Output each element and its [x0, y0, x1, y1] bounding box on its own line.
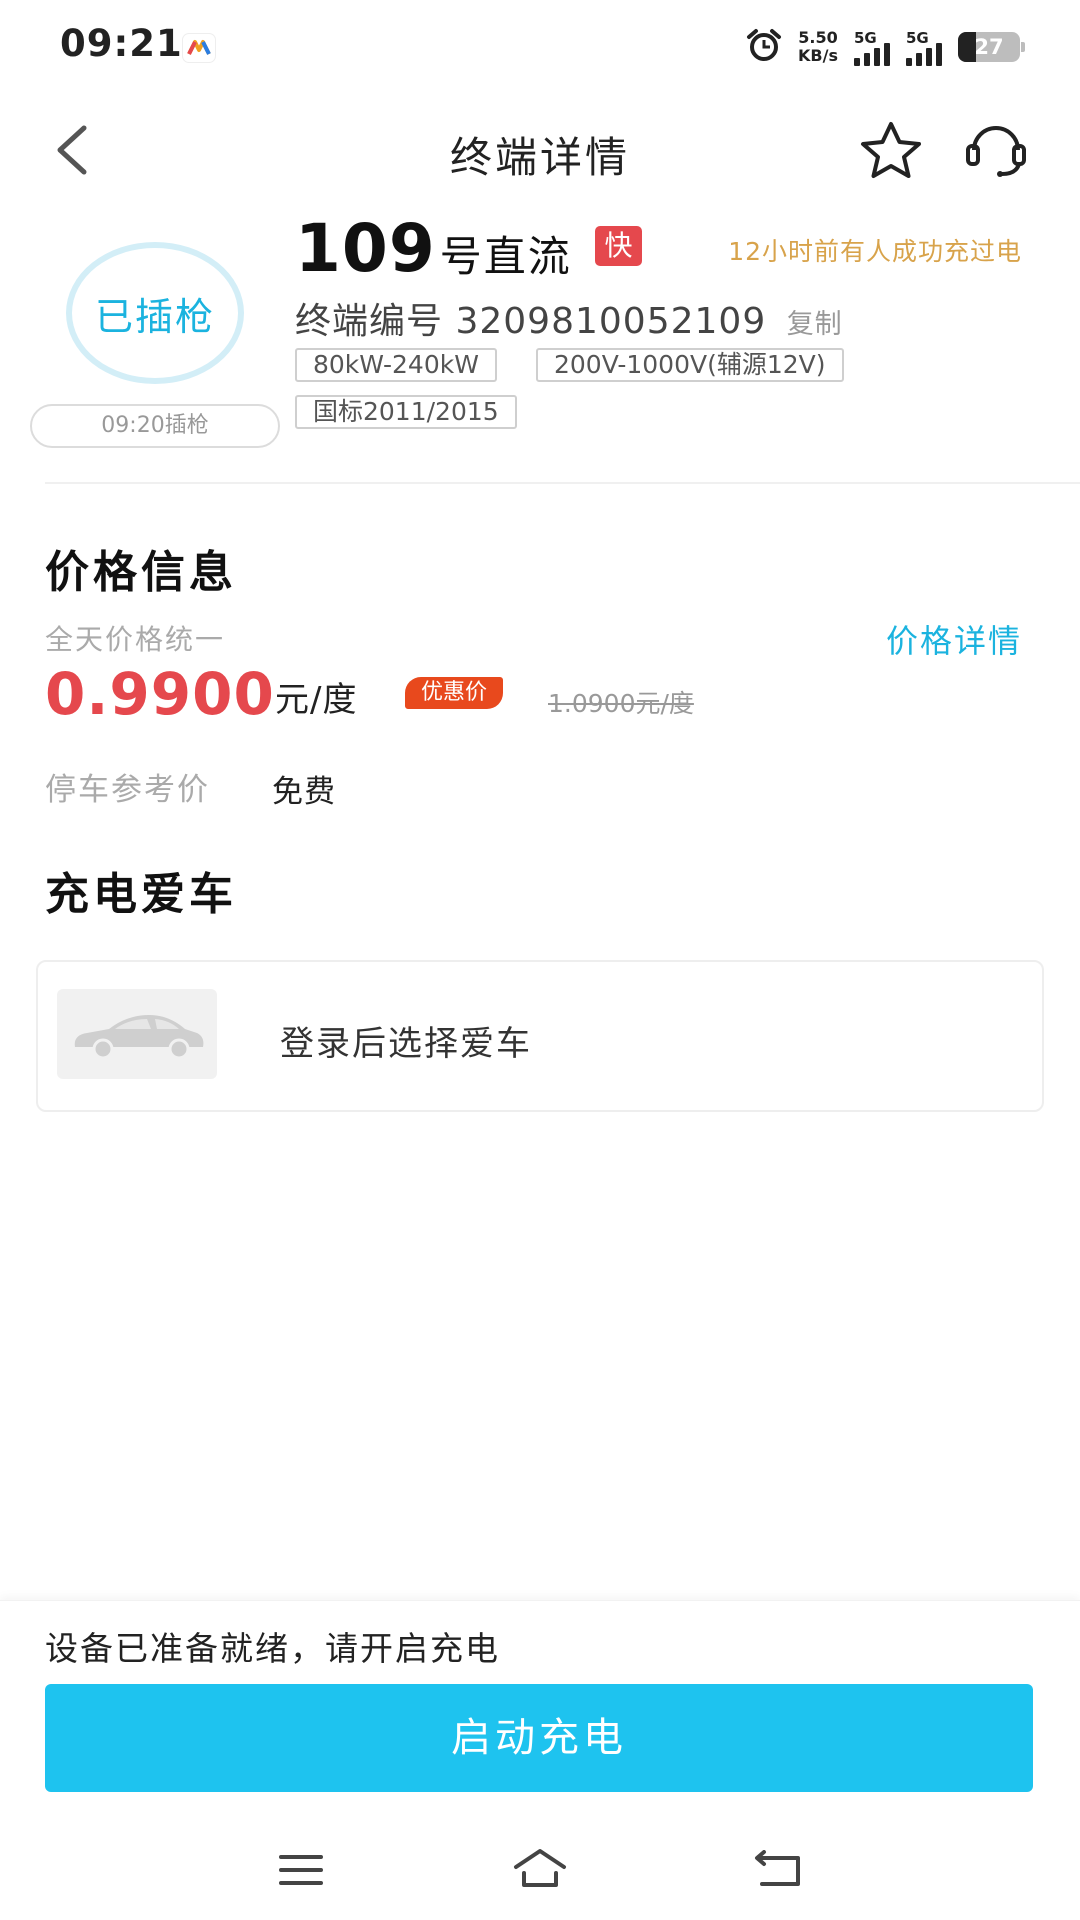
terminal-id-label: 终端编号: [295, 301, 444, 342]
nav-back-button[interactable]: [752, 1850, 804, 1890]
terminal-id-value: 3209810052109: [455, 301, 767, 342]
section-divider: [45, 482, 1080, 484]
star-icon: [861, 122, 921, 178]
voltage-tag: 200V-1000V(辅源12V): [536, 348, 844, 382]
plug-status-indicator: 已插枪: [66, 242, 244, 384]
status-indicators: 5.50 KB/s 5G 5G 27: [746, 25, 1025, 69]
return-icon: [755, 1850, 800, 1886]
customer-service-button[interactable]: [960, 118, 1032, 182]
favorite-button[interactable]: [855, 118, 927, 182]
battery-icon: 27: [958, 32, 1025, 62]
alarm-icon: [746, 28, 782, 66]
terminal-number: 109: [295, 210, 436, 287]
signal-icon: 5G: [854, 29, 890, 66]
nav-home-button[interactable]: [510, 1845, 570, 1893]
price-subtitle: 全天价格统一: [45, 623, 226, 656]
home-icon: [514, 1849, 566, 1887]
plug-time-badge: 09:20插枪: [30, 404, 280, 448]
recent-charge-note: 12小时前有人成功充过电: [728, 237, 1022, 266]
price-value: 0.9900: [45, 660, 275, 728]
speed-unit: KB/s: [798, 46, 838, 65]
price-section-title: 价格信息: [45, 547, 237, 598]
app-notification-icon: [183, 34, 215, 62]
car-section-title: 充电爱车: [45, 869, 237, 920]
ready-status-text: 设备已准备就绪，请开启充电: [45, 1629, 500, 1668]
nav-menu-button[interactable]: [278, 1852, 324, 1888]
headset-icon: [966, 126, 1026, 177]
status-time: 09:21: [60, 22, 183, 65]
parking-label: 停车参考价: [45, 772, 210, 808]
speed-value: 5.50: [798, 28, 838, 47]
car-icon: [74, 1015, 204, 1060]
terminal-name: 109 号直流: [295, 210, 572, 287]
terminal-id-row: 终端编号 3209810052109 复制: [295, 292, 843, 344]
original-price: 1.0900元/度: [548, 689, 694, 718]
start-charging-button[interactable]: 启动充电: [45, 1684, 1033, 1792]
price-unit: 元/度: [275, 680, 358, 720]
signal-label: 5G: [906, 28, 929, 47]
network-speed: 5.50 KB/s: [798, 29, 838, 65]
signal-label: 5G: [854, 28, 877, 47]
fast-charge-badge: 快: [595, 226, 642, 266]
signal-icon: 5G: [906, 29, 942, 66]
battery-level: 27: [974, 35, 1004, 59]
power-tag: 80kW-240kW: [295, 348, 497, 382]
standard-tag: 国标2011/2015: [295, 395, 517, 429]
discount-badge: 优惠价: [405, 677, 504, 709]
select-car-text: 登录后选择爱车: [280, 1024, 532, 1064]
copy-button[interactable]: 复制: [787, 309, 843, 340]
parking-value: 免费: [272, 774, 336, 810]
plug-status-text: 已插枪: [94, 294, 215, 339]
terminal-type: 号直流: [439, 232, 572, 281]
menu-icon: [279, 1855, 323, 1885]
price-detail-link[interactable]: 价格详情: [886, 616, 1022, 662]
car-placeholder-image: [57, 989, 217, 1079]
